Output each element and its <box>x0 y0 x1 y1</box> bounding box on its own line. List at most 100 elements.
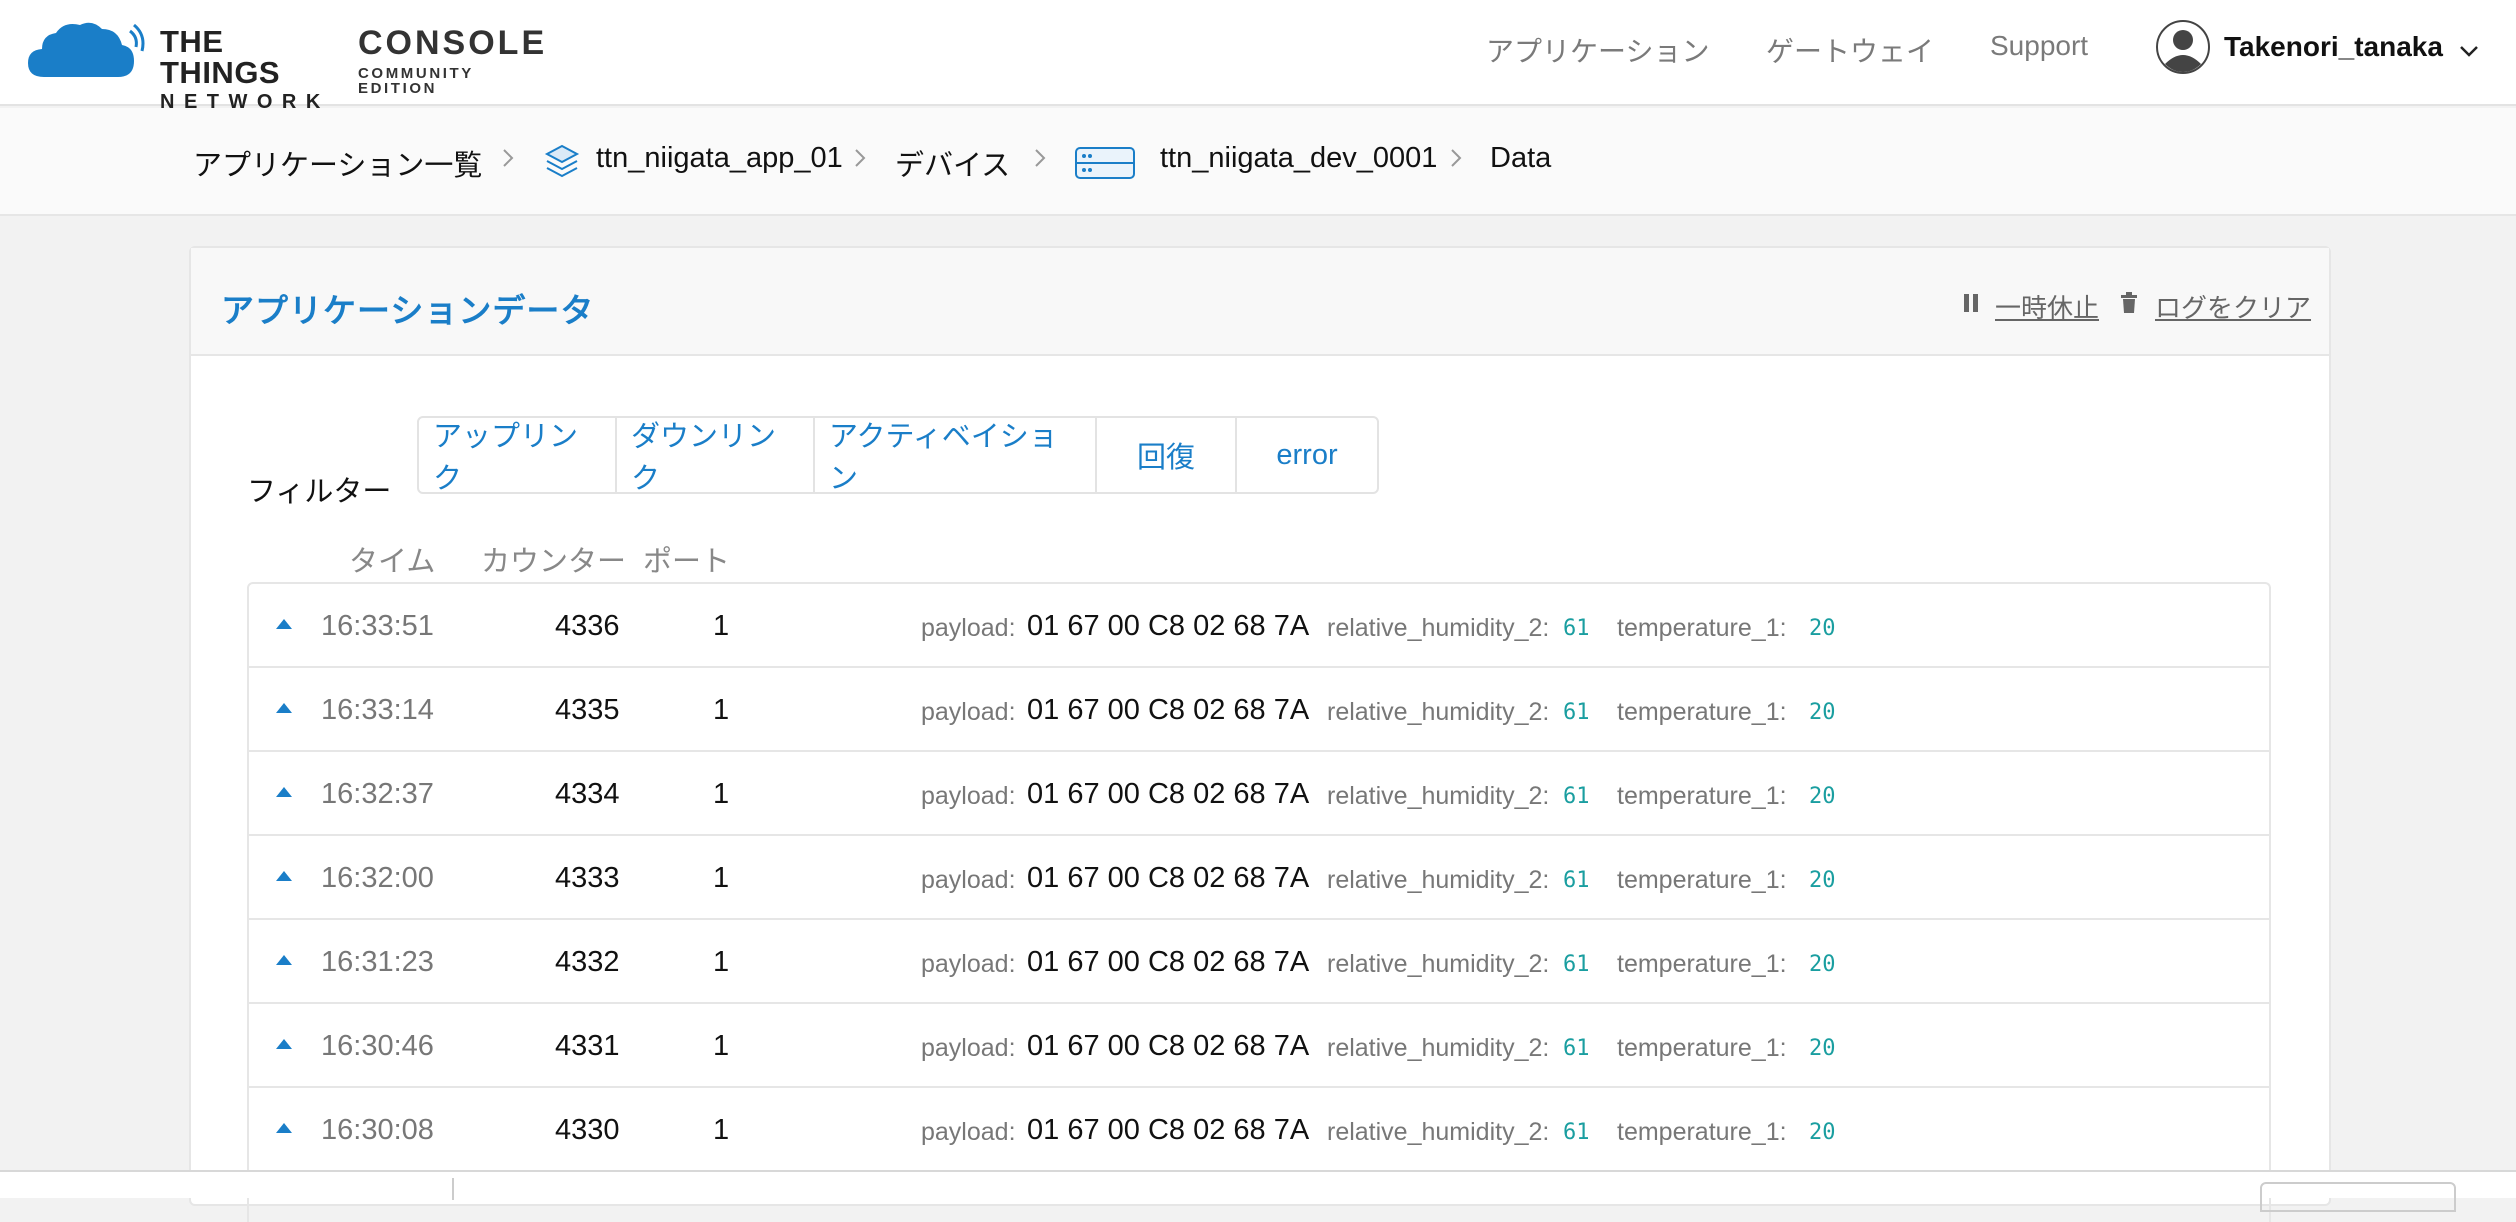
humidity-value: 61 <box>1563 868 1590 893</box>
humidity-value: 61 <box>1563 952 1590 977</box>
top-bar: THE THINGS NETWORK CONSOLE COMMUNITY EDI… <box>0 0 2516 112</box>
username: Takenori_tanaka <box>2224 31 2443 62</box>
humidity-label: relative_humidity_2: <box>1327 950 1550 978</box>
row-port: 1 <box>713 1030 730 1062</box>
pause-icon <box>1964 294 1978 312</box>
bottom-tab[interactable] <box>2260 1182 2456 1212</box>
row-counter: 4335 <box>555 694 620 726</box>
column-header-counter: カウンター <box>481 546 627 578</box>
breadcrumb-current: Data <box>1490 142 1552 174</box>
column-header-port: ポート <box>643 546 731 578</box>
temperature-value: 20 <box>1809 868 1836 893</box>
column-header-time: タイム <box>349 546 436 578</box>
payload-value: 01 67 00 C8 02 68 7A <box>1027 778 1310 810</box>
temperature-label: temperature_1: <box>1617 782 1787 810</box>
row-counter: 4331 <box>555 1030 620 1062</box>
row-port: 1 <box>713 694 730 726</box>
humidity-value: 61 <box>1563 784 1590 809</box>
payload-value: 01 67 00 C8 02 68 7A <box>1027 946 1310 978</box>
payload-value: 01 67 00 C8 02 68 7A <box>1027 862 1310 894</box>
row-port: 1 <box>713 610 730 642</box>
humidity-value: 61 <box>1563 616 1590 641</box>
temperature-value: 20 <box>1809 1120 1836 1145</box>
avatar-icon <box>2156 20 2210 74</box>
temperature-label: temperature_1: <box>1617 1034 1787 1062</box>
temperature-label: temperature_1: <box>1617 1118 1787 1146</box>
card-title: アプリケーションデータ <box>221 292 595 329</box>
row-counter: 4334 <box>555 778 620 810</box>
row-counter: 4333 <box>555 862 620 894</box>
clear-log-button[interactable]: ログをクリア <box>2155 288 2311 325</box>
cloud-logo-icon <box>28 22 145 77</box>
table-row[interactable]: 16:30:46 4331 1 payload: 01 67 00 C8 02 … <box>249 1004 2269 1088</box>
nav-gateways[interactable]: ゲートウェイ <box>1766 30 1934 70</box>
uplink-arrow-icon <box>276 787 292 797</box>
pause-button[interactable]: 一時休止 <box>1995 288 2099 325</box>
temperature-value: 20 <box>1809 616 1836 641</box>
row-port: 1 <box>713 1114 730 1146</box>
filter-label: フィルター <box>247 476 392 508</box>
breadcrumb: アプリケーション一覧 ttn_niigata_app_01 デバイス ttn_n… <box>0 108 2516 216</box>
temperature-value: 20 <box>1809 700 1836 725</box>
breadcrumb-devices[interactable]: デバイス <box>895 142 1010 184</box>
nav-applications[interactable]: アプリケーション <box>1486 30 1709 70</box>
table-row[interactable]: 16:32:37 4334 1 payload: 01 67 00 C8 02 … <box>249 752 2269 836</box>
uplink-arrow-icon <box>276 1039 292 1049</box>
filter-error[interactable]: error <box>1237 418 1377 492</box>
console-wordmark-line1: CONSOLE <box>358 24 548 62</box>
payload-value: 01 67 00 C8 02 68 7A <box>1027 1030 1310 1062</box>
payload-label: payload: <box>921 782 1016 810</box>
console-wordmark: CONSOLE COMMUNITY EDITION <box>358 26 547 96</box>
payload-label: payload: <box>921 950 1016 978</box>
temperature-label: temperature_1: <box>1617 698 1787 726</box>
humidity-label: relative_humidity_2: <box>1327 698 1550 726</box>
humidity-label: relative_humidity_2: <box>1327 866 1550 894</box>
humidity-value: 61 <box>1563 1120 1590 1145</box>
row-time: 16:30:46 <box>321 1030 434 1062</box>
filter-recovery[interactable]: 回復 <box>1097 418 1237 492</box>
uplink-arrow-icon <box>276 619 292 629</box>
row-time: 16:30:08 <box>321 1114 434 1146</box>
row-time: 16:31:23 <box>321 946 434 978</box>
payload-label: payload: <box>921 614 1016 642</box>
ttn-logo[interactable]: THE THINGS NETWORK CONSOLE COMMUNITY EDI… <box>26 18 544 112</box>
filter-activation[interactable]: アクティベイション <box>815 418 1097 495</box>
table-row[interactable]: 16:30:08 4330 1 payload: 01 67 00 C8 02 … <box>249 1088 2269 1172</box>
row-time: 16:33:14 <box>321 694 434 726</box>
nav-support[interactable]: Support <box>1990 30 2088 62</box>
table-row[interactable]: 16:32:00 4333 1 payload: 01 67 00 C8 02 … <box>249 836 2269 920</box>
table-row[interactable]: 16:33:51 4336 1 payload: 01 67 00 C8 02 … <box>249 584 2269 668</box>
temperature-label: temperature_1: <box>1617 950 1787 978</box>
humidity-label: relative_humidity_2: <box>1327 1118 1550 1146</box>
breadcrumb-device[interactable]: ttn_niigata_dev_0001 <box>1160 142 1437 175</box>
breadcrumb-app-list[interactable]: アプリケーション一覧 <box>193 142 482 184</box>
row-time: 16:32:00 <box>321 862 434 894</box>
bottom-panel <box>0 1170 2516 1212</box>
chevron-right-icon <box>1035 149 1046 167</box>
row-time: 16:32:37 <box>321 778 434 810</box>
humidity-label: relative_humidity_2: <box>1327 782 1550 810</box>
user-menu[interactable]: Takenori_tanaka <box>2156 20 2481 74</box>
data-table: 16:33:51 4336 1 payload: 01 67 00 C8 02 … <box>247 582 2271 1222</box>
temperature-value: 20 <box>1809 1036 1836 1061</box>
card-header: アプリケーションデータ 一時休止 ログをクリア <box>191 248 2329 356</box>
layers-icon <box>544 144 580 178</box>
payload-label: payload: <box>921 1034 1016 1062</box>
payload-value: 01 67 00 C8 02 68 7A <box>1027 610 1310 642</box>
uplink-arrow-icon <box>276 703 292 713</box>
row-time: 16:33:51 <box>321 610 434 642</box>
chevron-down-icon <box>2460 46 2478 57</box>
uplink-arrow-icon <box>276 1123 292 1133</box>
table-row[interactable]: 16:33:14 4335 1 payload: 01 67 00 C8 02 … <box>249 668 2269 752</box>
temperature-value: 20 <box>1809 952 1836 977</box>
filter-downlink[interactable]: ダウンリンク <box>617 418 815 495</box>
temperature-label: temperature_1: <box>1617 614 1787 642</box>
humidity-value: 61 <box>1563 1036 1590 1061</box>
humidity-label: relative_humidity_2: <box>1327 1034 1550 1062</box>
filter-uplink[interactable]: アップリンク <box>419 418 617 495</box>
application-data-card: アプリケーションデータ 一時休止 ログをクリア フィルター アップリンク ダウン… <box>189 246 2331 1222</box>
humidity-label: relative_humidity_2: <box>1327 614 1550 642</box>
breadcrumb-app[interactable]: ttn_niigata_app_01 <box>596 142 843 175</box>
table-row[interactable]: 16:31:23 4332 1 payload: 01 67 00 C8 02 … <box>249 920 2269 1004</box>
uplink-arrow-icon <box>276 871 292 881</box>
